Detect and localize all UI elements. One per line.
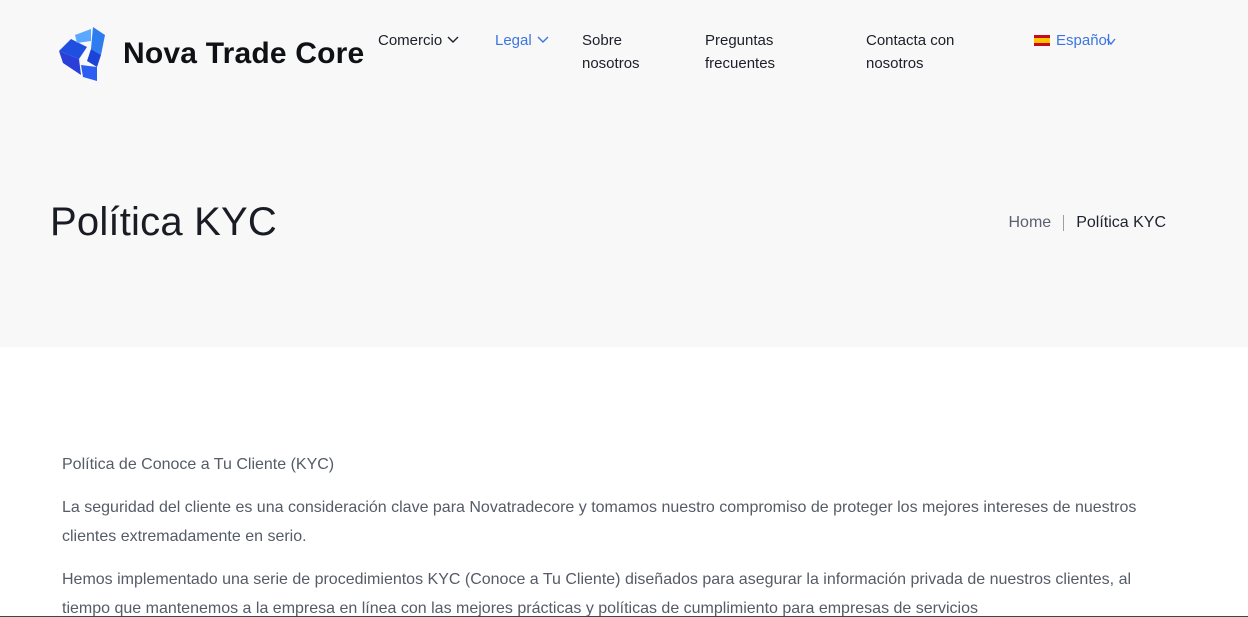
language-label: Español: [1056, 32, 1111, 49]
nav-comercio[interactable]: Comercio: [378, 29, 459, 52]
chevron-down-icon: [447, 36, 459, 43]
breadcrumb: Home Política KYC: [1009, 214, 1166, 232]
policy-paragraph: Hemos implementado una serie de procedim…: [62, 571, 1132, 617]
chevron-down-icon: [1106, 38, 1116, 45]
breadcrumb-home-link[interactable]: Home: [1009, 214, 1052, 232]
brand-name: Nova Trade Core: [123, 37, 365, 70]
nav-preguntas-frecuentes[interactable]: Preguntas frecuentes: [705, 29, 775, 75]
language-selector[interactable]: Español: [1034, 29, 1116, 52]
policy-heading: Política de Conoce a Tu Cliente (KYC): [62, 456, 335, 473]
nav-preguntas-line-2: frecuentes: [705, 55, 776, 72]
chevron-down-icon: [537, 36, 549, 43]
nav-preguntas-line-1: Preguntas: [705, 32, 774, 49]
breadcrumb-separator: [1063, 215, 1065, 231]
policy-content: Política de Conoce a Tu Cliente (KYC) La…: [62, 450, 1152, 617]
nav-sobre-line-2: nosotros: [582, 55, 640, 72]
brand-logo-link[interactable]: Nova Trade Core: [57, 25, 364, 83]
nav-comercio-label: Comercio: [378, 32, 443, 49]
nav-contacta[interactable]: Contacta con nosotros: [866, 29, 954, 75]
page-title: Política KYC: [50, 200, 277, 244]
breadcrumb-current: Política KYC: [1076, 214, 1166, 231]
nav-contacta-line-1: Contacta con: [866, 32, 955, 49]
spain-flag-icon: [1034, 35, 1050, 46]
nav-legal-label: Legal: [495, 32, 532, 49]
nav-contacta-line-2: nosotros: [866, 55, 924, 72]
policy-paragraph: La seguridad del cliente es una consider…: [62, 499, 1137, 545]
nav-legal[interactable]: Legal: [495, 29, 549, 52]
nav-sobre-nosotros[interactable]: Sobre nosotros: [582, 29, 640, 75]
cube-logo-icon: [59, 27, 105, 81]
nav-sobre-line-1: Sobre: [582, 32, 623, 49]
